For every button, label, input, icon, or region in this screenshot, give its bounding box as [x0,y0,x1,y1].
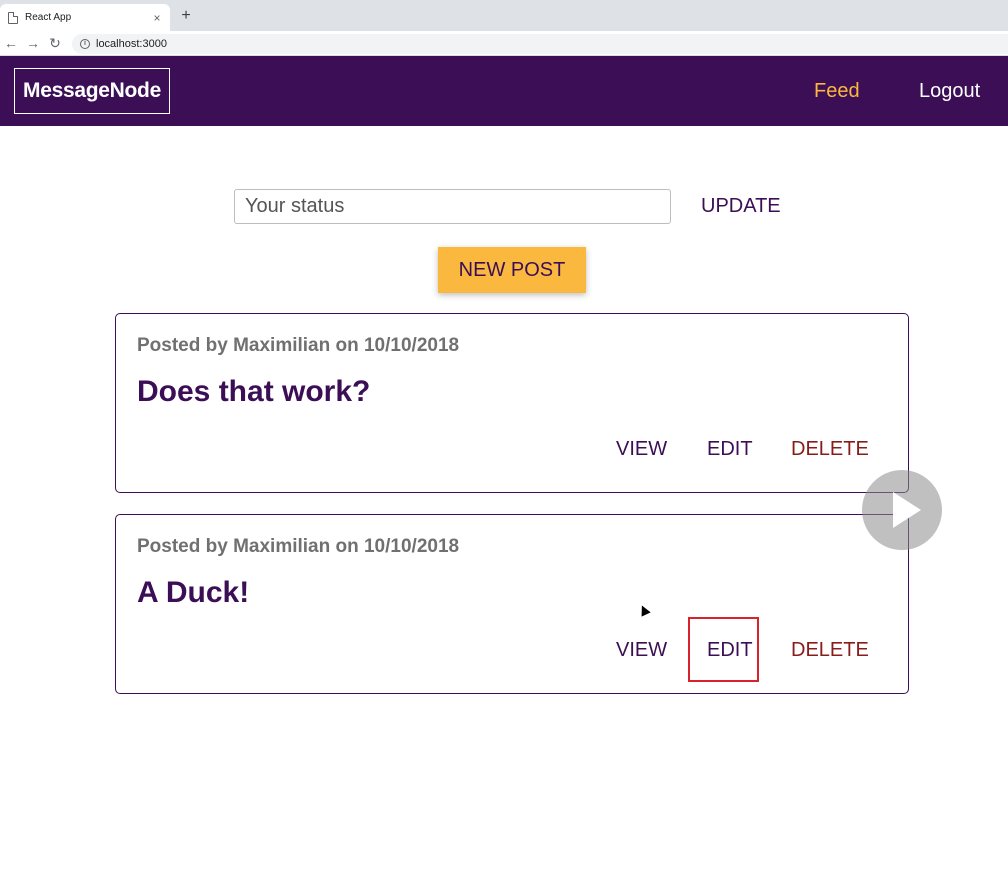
post-meta: Posted by Maximilian on 10/10/2018 [137,536,460,557]
post-title: Does that work? [137,375,371,408]
back-icon[interactable]: ← [0,32,22,54]
site-info-icon[interactable]: i [80,39,90,49]
play-icon[interactable] [862,470,942,550]
document-icon [8,11,18,24]
update-status-button[interactable]: UPDATE [701,195,781,218]
address-bar[interactable]: i localhost:3000 [72,34,1008,54]
browser-tabstrip: React App × + [0,0,1008,31]
nav-feed-link[interactable]: Feed [814,80,860,103]
post-actions: VIEW EDIT DELETE [116,617,908,682]
browser-toolbar: ← → ↻ i localhost:3000 [0,31,1008,56]
edit-post-button[interactable]: EDIT [707,639,753,662]
view-post-button[interactable]: VIEW [616,639,667,662]
delete-post-button[interactable]: DELETE [791,438,869,461]
post-card: Posted by Maximilian on 10/10/2018 Does … [115,313,909,493]
status-input[interactable] [234,189,671,224]
reload-icon[interactable]: ↻ [44,32,66,54]
forward-icon[interactable]: → [22,32,44,54]
tab-title: React App [25,12,72,23]
new-post-button[interactable]: NEW POST [438,247,586,293]
new-tab-icon[interactable]: + [177,7,195,25]
tab-close-icon[interactable]: × [148,11,166,25]
edit-post-button[interactable]: EDIT [707,438,753,461]
address-url: localhost:3000 [96,38,167,50]
post-meta: Posted by Maximilian on 10/10/2018 [137,335,460,356]
nav-logout-link[interactable]: Logout [919,80,980,103]
post-card: Posted by Maximilian on 10/10/2018 A Duc… [115,514,909,694]
browser-tab[interactable]: React App × [0,4,170,31]
logo[interactable]: MessageNode [14,68,170,114]
delete-post-button[interactable]: DELETE [791,639,869,662]
post-title: A Duck! [137,576,250,609]
app-header: MessageNode Feed Logout [0,56,1008,126]
post-actions: VIEW EDIT DELETE [116,438,908,468]
view-post-button[interactable]: VIEW [616,438,667,461]
